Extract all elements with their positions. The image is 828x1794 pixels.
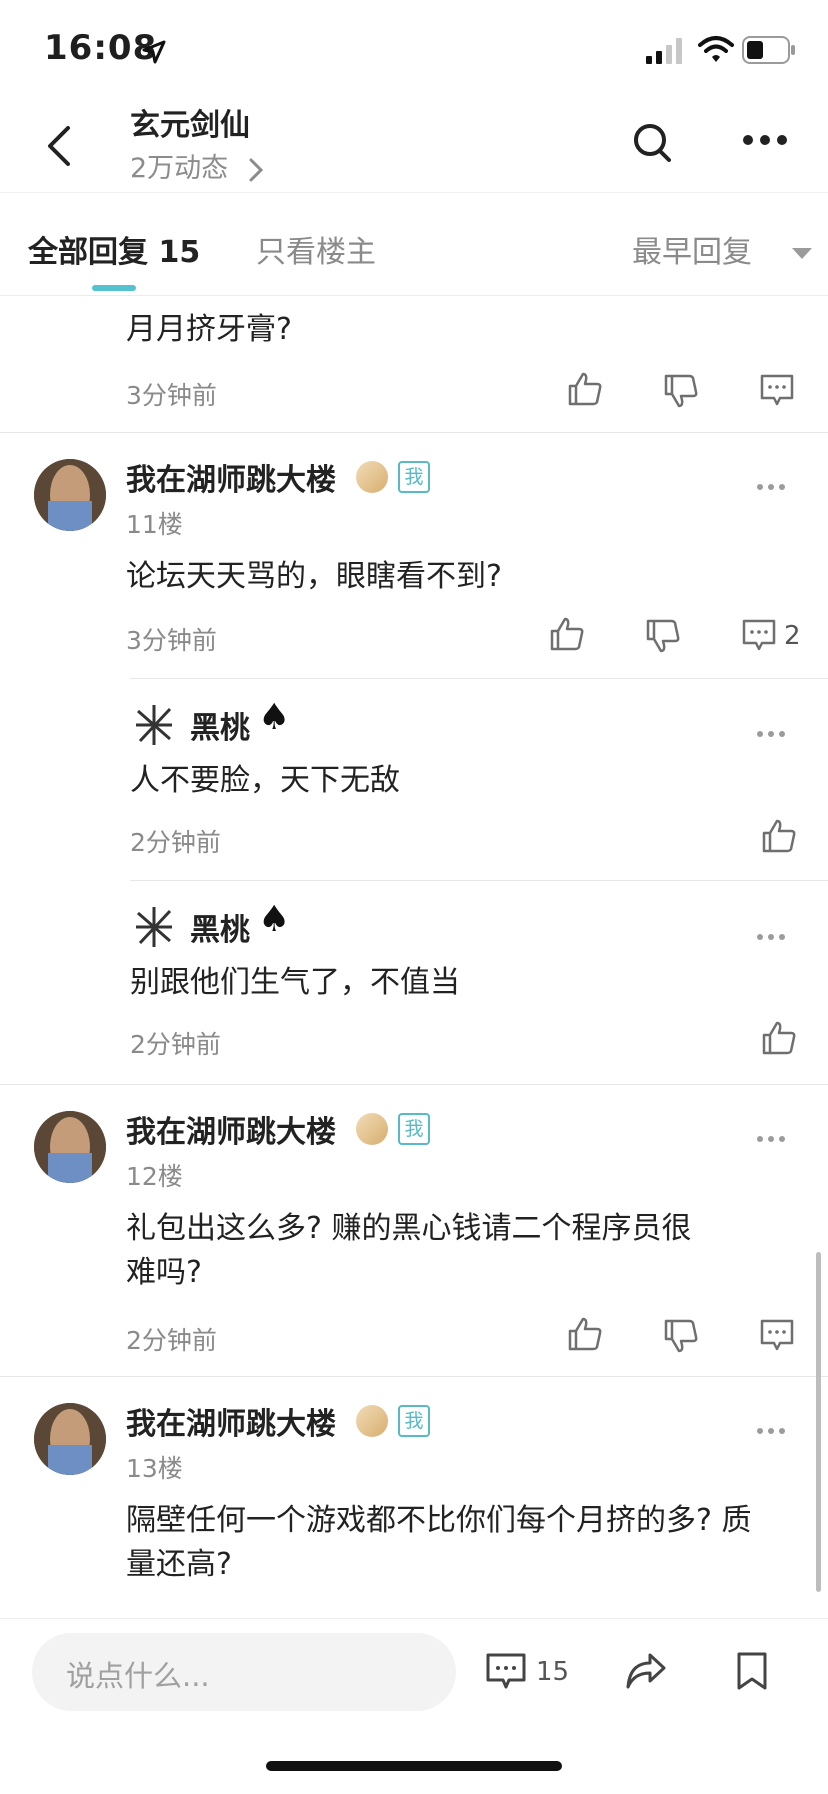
sort-dropdown[interactable]: 最早回复 <box>632 227 812 271</box>
floor-number: 11楼 <box>126 510 183 539</box>
location-arrow-icon <box>142 40 166 64</box>
signal-icon <box>646 38 682 64</box>
comment-count: 2 <box>784 621 801 651</box>
reply-time: 3分钟前 <box>126 381 217 410</box>
tab-owner-only[interactable]: 只看楼主 <box>256 227 376 271</box>
reply-text: 论坛天天骂的，眼瞎看不到? <box>126 559 502 594</box>
bottom-comment-count: 15 <box>536 1657 570 1687</box>
sort-label: 最早回复 <box>632 235 752 270</box>
topic-activity-label: 2万动态 <box>130 153 229 184</box>
reply-time: 2分钟前 <box>130 828 221 857</box>
page-title: 玄元剑仙 <box>130 108 250 143</box>
level-badge <box>356 461 388 493</box>
reply-item: 月月挤牙膏? 3分钟前 <box>0 294 828 432</box>
thumb-down-icon[interactable] <box>664 374 698 408</box>
bookmark-icon[interactable] <box>736 1651 768 1691</box>
search-icon[interactable] <box>632 122 674 166</box>
wifi-icon <box>698 36 734 62</box>
status-bar: 16:08 <box>0 0 828 96</box>
reply-text-line: 量还高? <box>126 1547 232 1582</box>
home-indicator <box>266 1761 562 1771</box>
thumb-up-icon[interactable] <box>762 819 796 853</box>
more-icon[interactable] <box>756 483 786 491</box>
reply-item: 我在湖师跳大楼 我 13楼 隔壁任何一个游戏都不比你们每个月挤的多? 质 量还高… <box>0 1377 828 1618</box>
spade-badge: ♠ <box>258 899 291 940</box>
more-icon[interactable] <box>756 730 786 738</box>
avatar[interactable] <box>130 701 178 749</box>
battery-icon <box>742 36 795 64</box>
share-icon[interactable] <box>624 1651 668 1691</box>
reply-text-line: 难吗? <box>126 1255 202 1290</box>
user-name[interactable]: 我在湖师跳大楼 <box>126 455 336 499</box>
reply-time: 2分钟前 <box>126 1326 217 1355</box>
spade-badge: ♠ <box>258 697 291 738</box>
avatar[interactable] <box>34 1403 106 1475</box>
level-badge <box>356 1405 388 1437</box>
comment-icon[interactable] <box>760 374 794 406</box>
avatar[interactable] <box>34 459 106 531</box>
reply-time: 2分钟前 <box>130 1030 221 1059</box>
floor-number: 13楼 <box>126 1454 183 1483</box>
comment-icon[interactable] <box>760 1319 794 1351</box>
thumb-down-icon[interactable] <box>664 1319 698 1353</box>
reply-text: 别跟他们生气了，不值当 <box>130 965 460 1000</box>
divider <box>130 678 828 679</box>
more-icon[interactable] <box>742 134 788 146</box>
user-name[interactable]: 我在湖师跳大楼 <box>126 1107 336 1151</box>
badge-me: 我 <box>398 1113 430 1145</box>
user-name[interactable]: 黑桃 <box>190 703 250 747</box>
level-badge <box>356 1113 388 1145</box>
reply-item: 我在湖师跳大楼 我 11楼 论坛天天骂的，眼瞎看不到? 3分钟前 2 黑桃 ♠ … <box>0 433 828 1083</box>
thumb-up-icon[interactable] <box>568 1317 602 1351</box>
user-name[interactable]: 我在湖师跳大楼 <box>126 1399 336 1443</box>
topic-activity-link[interactable]: 2万动态 <box>130 146 263 185</box>
avatar[interactable] <box>34 1111 106 1183</box>
reply-time: 3分钟前 <box>126 626 217 655</box>
chevron-right-icon <box>249 158 263 181</box>
divider <box>130 880 828 881</box>
reply-input-placeholder: 说点什么... <box>66 1659 210 1693</box>
bottom-bar: 说点什么... 15 <box>0 1618 828 1794</box>
reply-text: 月月挤牙膏? <box>126 312 292 347</box>
comment-icon[interactable] <box>742 619 776 651</box>
more-icon[interactable] <box>756 1135 786 1143</box>
header: 玄元剑仙 2万动态 <box>0 96 828 192</box>
more-icon[interactable] <box>756 933 786 941</box>
thumb-up-icon[interactable] <box>568 372 602 406</box>
floor-number: 12楼 <box>126 1162 183 1191</box>
more-icon[interactable] <box>756 1427 786 1435</box>
back-icon[interactable] <box>44 124 74 168</box>
badge-me: 我 <box>398 461 430 493</box>
reply-input[interactable]: 说点什么... <box>32 1633 456 1711</box>
tab-all-replies[interactable]: 全部回复 15 <box>28 227 200 271</box>
thumb-up-icon[interactable] <box>550 617 584 651</box>
user-name[interactable]: 黑桃 <box>190 905 250 949</box>
reply-text: 人不要脸，天下无敌 <box>130 763 400 798</box>
thumb-down-icon[interactable] <box>646 619 680 653</box>
reply-item: 我在湖师跳大楼 我 12楼 礼包出这么多? 赚的黑心钱请二个程序员很 难吗? 2… <box>0 1085 828 1376</box>
reply-text-line: 隔壁任何一个游戏都不比你们每个月挤的多? 质 <box>126 1503 752 1538</box>
comment-icon[interactable] <box>486 1653 526 1689</box>
reply-tabs: 全部回复 15 只看楼主 最早回复 <box>0 192 828 296</box>
reply-text-line: 礼包出这么多? 赚的黑心钱请二个程序员很 <box>126 1211 692 1246</box>
avatar[interactable] <box>130 903 178 951</box>
caret-down-icon <box>791 247 812 259</box>
badge-me: 我 <box>398 1405 430 1437</box>
thumb-up-icon[interactable] <box>762 1021 796 1055</box>
active-tab-indicator <box>92 285 136 291</box>
scrollbar[interactable] <box>816 1252 821 1592</box>
